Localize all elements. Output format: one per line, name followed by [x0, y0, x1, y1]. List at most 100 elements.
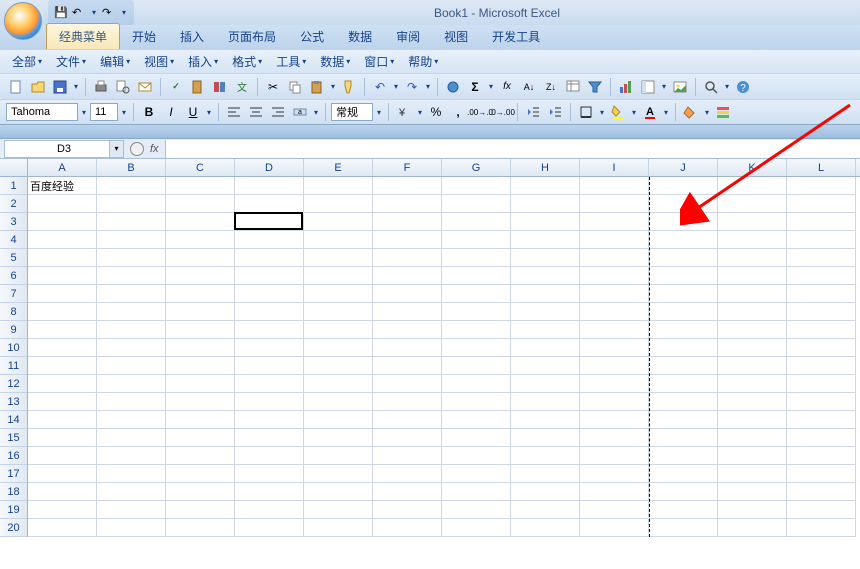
cell-G12[interactable] — [442, 375, 511, 393]
merge-dropdown[interactable]: ▾ — [312, 108, 320, 117]
cell-K8[interactable] — [718, 303, 787, 321]
cell-H20[interactable] — [511, 519, 580, 537]
cell-G19[interactable] — [442, 501, 511, 519]
cell-J17[interactable] — [649, 465, 718, 483]
row-header-19[interactable]: 19 — [0, 501, 27, 519]
cell-D5[interactable] — [235, 249, 304, 267]
cell-J19[interactable] — [649, 501, 718, 519]
row-header-10[interactable]: 10 — [0, 339, 27, 357]
decrease-decimal-icon[interactable]: .0→.00 — [492, 102, 512, 122]
cell-A13[interactable] — [28, 393, 97, 411]
row-header-6[interactable]: 6 — [0, 267, 27, 285]
cell-E11[interactable] — [304, 357, 373, 375]
fx-icon[interactable]: fx — [497, 77, 517, 97]
pivot-dropdown[interactable]: ▾ — [660, 82, 668, 91]
cell-G15[interactable] — [442, 429, 511, 447]
cell-D8[interactable] — [235, 303, 304, 321]
cell-C12[interactable] — [166, 375, 235, 393]
italic-button[interactable]: I — [161, 102, 181, 122]
cell-E10[interactable] — [304, 339, 373, 357]
row-header-2[interactable]: 2 — [0, 195, 27, 213]
font-color-dropdown[interactable]: ▾ — [662, 108, 670, 117]
cell-L5[interactable] — [787, 249, 856, 267]
cancel-circle-icon[interactable] — [130, 142, 144, 156]
row-header-15[interactable]: 15 — [0, 429, 27, 447]
column-header-J[interactable]: J — [649, 159, 718, 176]
merge-icon[interactable]: a — [290, 102, 310, 122]
cell-L1[interactable] — [787, 177, 856, 195]
menu-edit[interactable]: 编辑▾ — [94, 51, 136, 72]
cell-J14[interactable] — [649, 411, 718, 429]
cell-G16[interactable] — [442, 447, 511, 465]
email-icon[interactable] — [135, 77, 155, 97]
row-header-13[interactable]: 13 — [0, 393, 27, 411]
save-dropdown[interactable]: ▾ — [72, 82, 80, 91]
cell-J16[interactable] — [649, 447, 718, 465]
cell-D4[interactable] — [235, 231, 304, 249]
cell-E6[interactable] — [304, 267, 373, 285]
cell-B4[interactable] — [97, 231, 166, 249]
fill-color-dropdown[interactable]: ▾ — [630, 108, 638, 117]
cell-C19[interactable] — [166, 501, 235, 519]
cell-A16[interactable] — [28, 447, 97, 465]
percent-icon[interactable]: % — [426, 102, 446, 122]
cell-F19[interactable] — [373, 501, 442, 519]
cell-A2[interactable] — [28, 195, 97, 213]
cell-A14[interactable] — [28, 411, 97, 429]
cell-B14[interactable] — [97, 411, 166, 429]
qat-customize-icon[interactable]: ▾ — [120, 8, 128, 17]
cell-H10[interactable] — [511, 339, 580, 357]
chart-icon[interactable] — [616, 77, 636, 97]
cell-J20[interactable] — [649, 519, 718, 537]
cell-L9[interactable] — [787, 321, 856, 339]
cell-A12[interactable] — [28, 375, 97, 393]
cell-G14[interactable] — [442, 411, 511, 429]
pivot-icon[interactable] — [638, 77, 658, 97]
new-doc-icon[interactable] — [6, 77, 26, 97]
cell-B10[interactable] — [97, 339, 166, 357]
cell-J6[interactable] — [649, 267, 718, 285]
cell-I3[interactable] — [580, 213, 649, 231]
cell-F1[interactable] — [373, 177, 442, 195]
hyperlink-icon[interactable] — [443, 77, 463, 97]
cell-C13[interactable] — [166, 393, 235, 411]
fill-color-icon[interactable] — [608, 102, 628, 122]
cell-D15[interactable] — [235, 429, 304, 447]
cell-G18[interactable] — [442, 483, 511, 501]
name-box[interactable]: D3 ▾ — [4, 140, 124, 158]
cell-A5[interactable] — [28, 249, 97, 267]
cell-D1[interactable] — [235, 177, 304, 195]
cell-L6[interactable] — [787, 267, 856, 285]
cell-J10[interactable] — [649, 339, 718, 357]
cell-C3[interactable] — [166, 213, 235, 231]
column-header-E[interactable]: E — [304, 159, 373, 176]
cell-J15[interactable] — [649, 429, 718, 447]
cell-H1[interactable] — [511, 177, 580, 195]
cell-F20[interactable] — [373, 519, 442, 537]
paint-bucket-icon[interactable] — [681, 102, 701, 122]
row-header-16[interactable]: 16 — [0, 447, 27, 465]
cell-K19[interactable] — [718, 501, 787, 519]
cell-B3[interactable] — [97, 213, 166, 231]
tab-classic-menu[interactable]: 经典菜单 — [46, 23, 120, 49]
cell-H4[interactable] — [511, 231, 580, 249]
cell-C8[interactable] — [166, 303, 235, 321]
cell-C2[interactable] — [166, 195, 235, 213]
translate-icon[interactable]: 文 — [232, 77, 252, 97]
cell-H15[interactable] — [511, 429, 580, 447]
cell-F6[interactable] — [373, 267, 442, 285]
cell-D13[interactable] — [235, 393, 304, 411]
row-header-9[interactable]: 9 — [0, 321, 27, 339]
cell-C14[interactable] — [166, 411, 235, 429]
cell-L18[interactable] — [787, 483, 856, 501]
cell-L4[interactable] — [787, 231, 856, 249]
cell-K12[interactable] — [718, 375, 787, 393]
cell-D9[interactable] — [235, 321, 304, 339]
menu-view[interactable]: 视图▾ — [138, 51, 180, 72]
font-size-select[interactable]: 11 — [90, 103, 118, 121]
column-header-G[interactable]: G — [442, 159, 511, 176]
cell-B5[interactable] — [97, 249, 166, 267]
cell-E12[interactable] — [304, 375, 373, 393]
row-header-18[interactable]: 18 — [0, 483, 27, 501]
align-center-icon[interactable] — [246, 102, 266, 122]
